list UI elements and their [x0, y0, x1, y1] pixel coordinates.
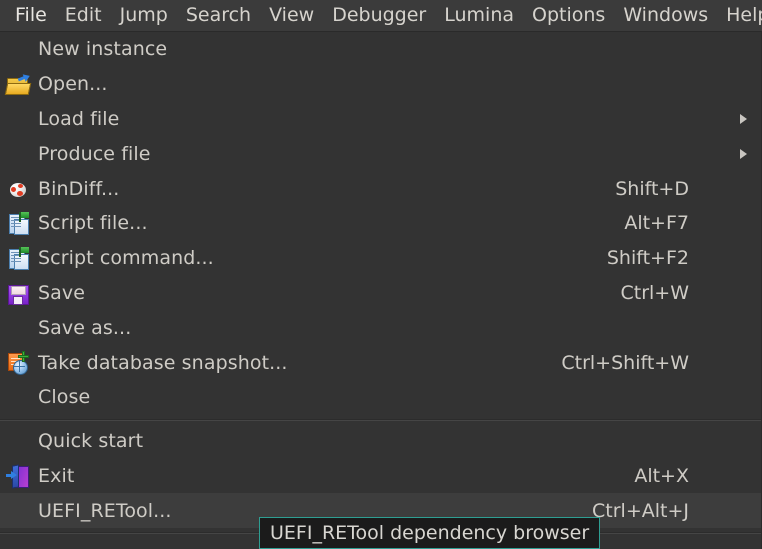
- menu-item-label: Produce file: [38, 142, 151, 165]
- menu-item-label: UEFI_RETool...: [38, 499, 172, 522]
- menu-item-icon-slot: [0, 346, 38, 380]
- menu-item-icon-slot: [0, 494, 38, 528]
- menu-item-icon-slot: [0, 424, 38, 458]
- menubar-item-view[interactable]: View: [260, 0, 323, 31]
- menu-item-label: Exit: [38, 464, 75, 487]
- menu-item-label: Close: [38, 386, 91, 409]
- menubar-item-file[interactable]: File: [6, 0, 56, 31]
- menu-item-icon-slot: [0, 276, 38, 310]
- menu-item-produce-file[interactable]: Produce file: [0, 136, 761, 171]
- menubar-item-help[interactable]: Help: [717, 0, 762, 31]
- tooltip-text: UEFI_RETool dependency browser: [270, 522, 590, 544]
- menu-bar: File Edit Jump Search View Debugger Lumina Opti…: [0, 0, 762, 32]
- menu-item-icon-slot: [0, 241, 38, 275]
- tooltip: UEFI_RETool dependency browser: [259, 517, 601, 549]
- menu-item-label: Open...: [38, 73, 108, 96]
- menu-item-save[interactable]: Save Ctrl+W: [0, 276, 761, 311]
- menu-item-shortcut: Shift+D: [615, 177, 689, 200]
- menu-separator: [0, 418, 761, 421]
- exit-door-icon: [6, 464, 32, 489]
- file-dropdown-menu: New instance Open... Load file Produce file…: [0, 32, 762, 549]
- open-folder-icon: [4, 72, 32, 96]
- menu-item-icon-slot: [0, 102, 38, 136]
- menu-item-close[interactable]: Close: [0, 380, 761, 415]
- menu-item-quick-start[interactable]: Quick start: [0, 424, 761, 459]
- menubar-item-jump[interactable]: Jump: [111, 0, 177, 31]
- menu-item-bindiff[interactable]: BinDiff... Shift+D: [0, 171, 761, 206]
- script-file-icon: [6, 211, 32, 236]
- menubar-item-options[interactable]: Options: [523, 0, 614, 31]
- menubar-item-debugger[interactable]: Debugger: [323, 0, 435, 31]
- bindiff-icon: [6, 177, 32, 201]
- menu-item-save-as[interactable]: Save as...: [0, 310, 761, 345]
- menu-item-icon-slot: [0, 311, 38, 345]
- menu-item-icon-slot: [0, 32, 38, 66]
- menu-item-label: Save: [38, 281, 86, 304]
- menubar-item-lumina[interactable]: Lumina: [435, 0, 523, 31]
- menu-item-label: Load file: [38, 107, 120, 130]
- menu-item-label: New instance: [38, 38, 168, 61]
- menu-item-shortcut: Ctrl+Alt+J: [592, 499, 689, 522]
- menu-item-load-file[interactable]: Load file: [0, 102, 761, 137]
- menu-item-icon-slot: [0, 172, 38, 206]
- menu-item-icon-slot: [0, 137, 38, 171]
- menu-item-shortcut: Shift+F2: [606, 247, 689, 270]
- save-disk-icon: [6, 281, 32, 305]
- menubar-item-windows[interactable]: Windows: [614, 0, 717, 31]
- script-command-icon: [6, 246, 32, 271]
- menu-item-icon-slot: [0, 459, 38, 493]
- menu-item-exit[interactable]: Exit Alt+X: [0, 459, 761, 494]
- menu-item-icon-slot: [0, 380, 38, 414]
- menu-item-icon-slot: [0, 206, 38, 240]
- menu-item-shortcut: Alt+X: [634, 464, 689, 487]
- menubar-item-search[interactable]: Search: [177, 0, 260, 31]
- menu-item-label: Take database snapshot...: [38, 351, 288, 374]
- menu-item-shortcut: Ctrl+W: [620, 281, 689, 304]
- menu-item-label: Save as...: [38, 316, 132, 339]
- menu-item-shortcut: Alt+F7: [624, 212, 689, 235]
- menubar-item-edit[interactable]: Edit: [56, 0, 111, 31]
- menu-item-new-instance[interactable]: New instance: [0, 32, 761, 67]
- snapshot-icon: [6, 350, 32, 375]
- submenu-arrow-icon: [740, 148, 747, 159]
- menu-item-take-database-snapshot[interactable]: Take database snapshot... Ctrl+Shift+W: [0, 345, 761, 380]
- menu-item-label: BinDiff...: [38, 177, 120, 200]
- menu-item-shortcut: Ctrl+Shift+W: [561, 351, 689, 374]
- menu-item-script-command[interactable]: Script command... Shift+F2: [0, 241, 761, 276]
- submenu-arrow-icon: [740, 113, 747, 124]
- menu-item-label: Script command...: [38, 247, 214, 270]
- menu-item-icon-slot: [0, 67, 38, 101]
- menu-item-script-file[interactable]: Script file... Alt+F7: [0, 206, 761, 241]
- menu-item-open[interactable]: Open...: [0, 67, 761, 102]
- menu-item-label: Quick start: [38, 430, 144, 453]
- menu-item-label: Script file...: [38, 212, 148, 235]
